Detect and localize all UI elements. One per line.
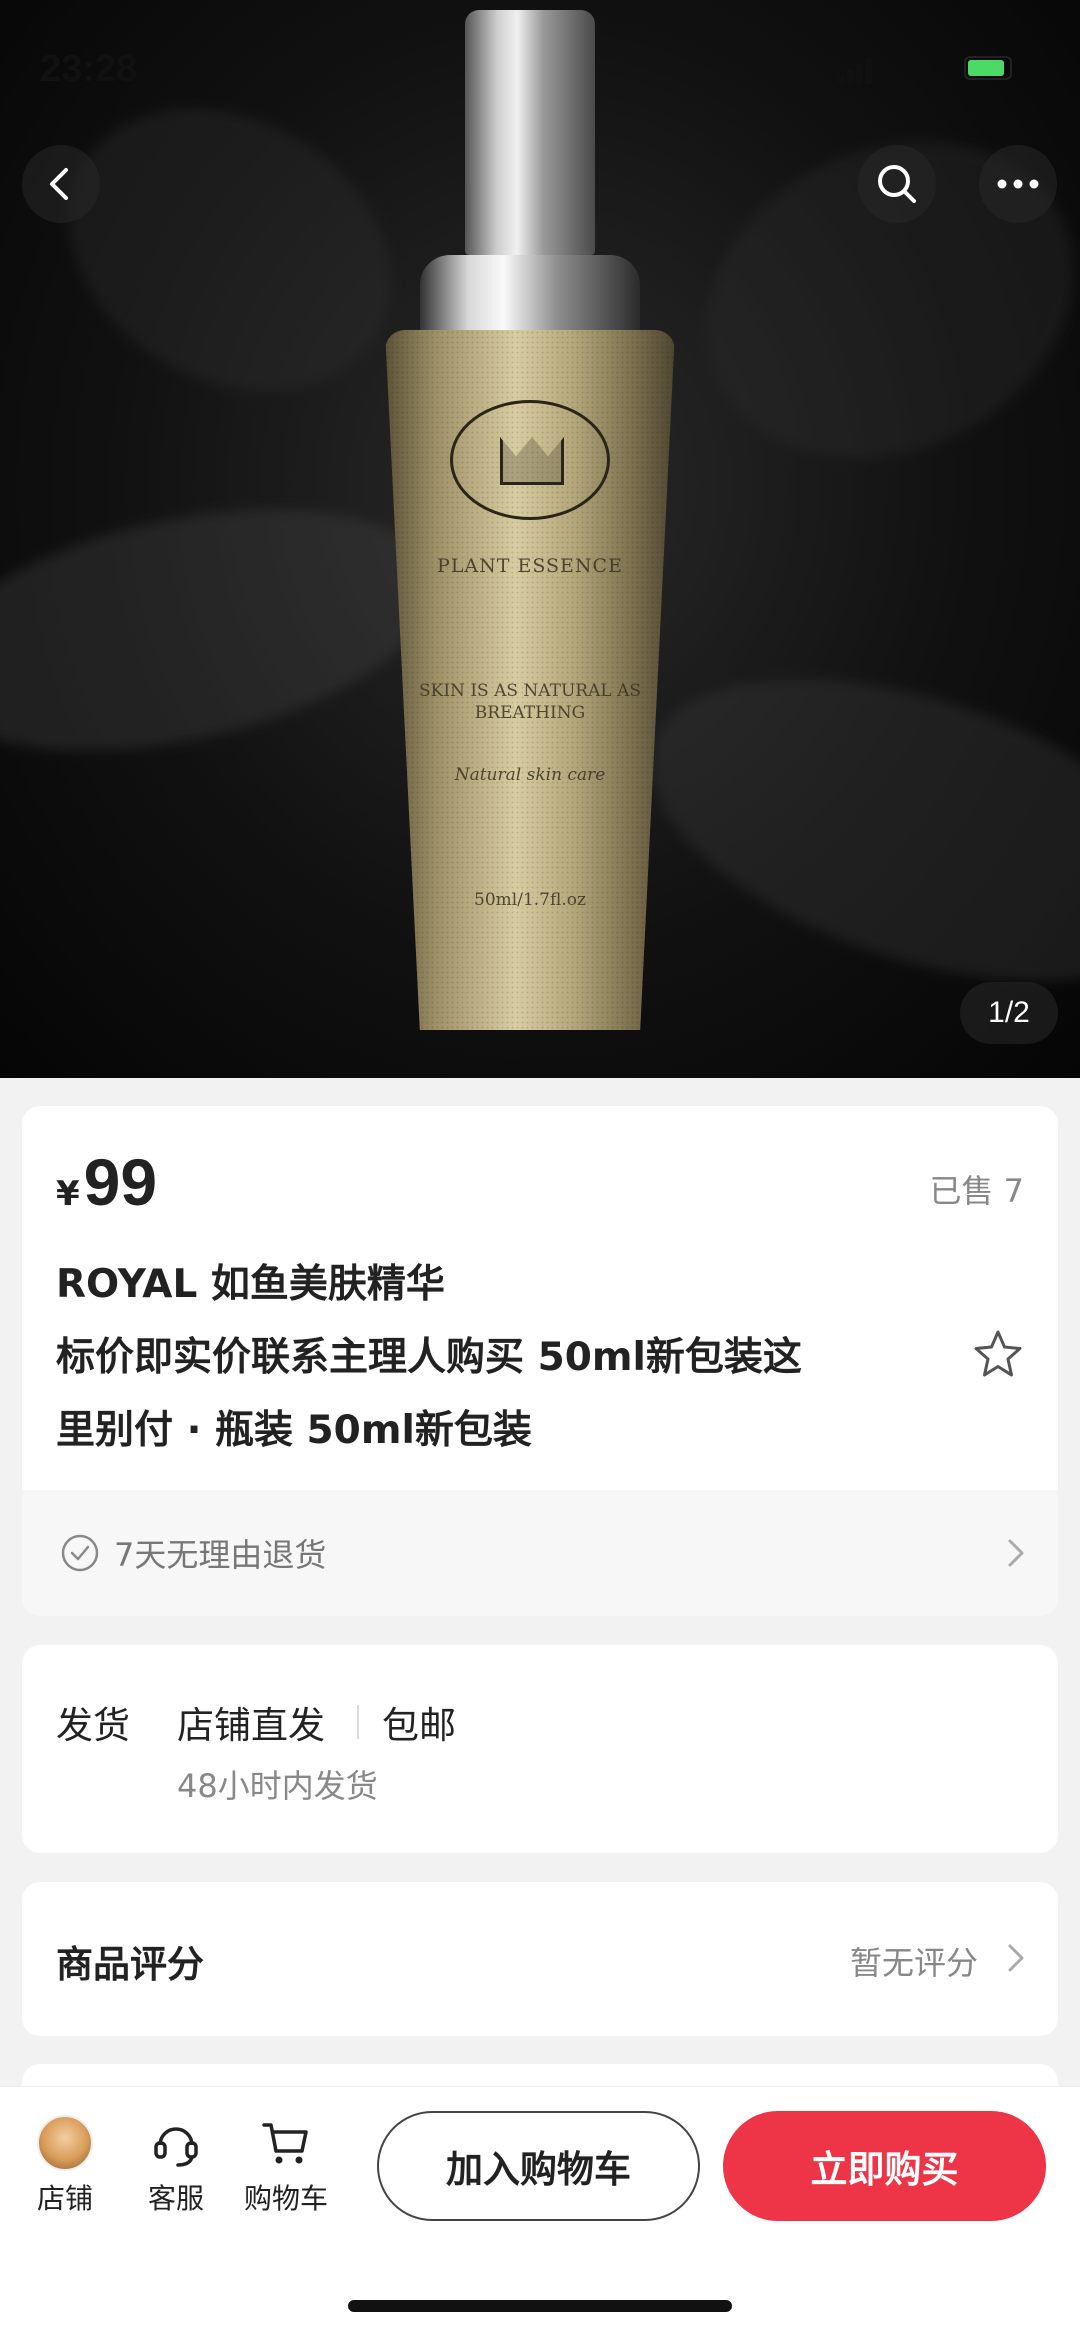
customer-service-button[interactable]: 客服 [126,2115,226,2217]
battery-icon [964,56,1012,80]
search-button[interactable] [858,145,936,223]
star-favorite-icon[interactable] [972,1328,1024,1380]
store-avatar [37,2115,93,2171]
bottle-slogan: SKIN IS AS NATURAL AS BREATHING [380,680,680,724]
headset-icon [154,2127,198,2167]
search-icon [878,165,916,203]
price-currency: ¥ [56,1174,80,1214]
bottle-slogan-line: SKIN IS AS NATURAL AS [418,681,641,701]
shipping-card: 发货 店铺直发 包邮 48小时内发货 [22,1645,1058,1853]
reviews-title: 商品评分 [56,1943,204,1986]
back-button[interactable] [22,145,100,223]
more-button[interactable] [979,145,1057,223]
cart-label: 购物车 [243,2182,328,2215]
chevron-left-icon [50,168,68,200]
cart-button[interactable]: 购物车 [236,2115,336,2217]
price-value: 99 [83,1145,158,1219]
add-to-cart-button[interactable]: 加入购物车 [377,2111,700,2221]
chevron-right-icon [1008,1944,1024,1972]
shipping-method: 店铺直发 [177,1704,325,1747]
product-title: ROYAL 如鱼美肤精华 标价即实价联系主理人购买 50ml新包装这 里别付 ·… [56,1248,936,1467]
chevron-right-icon [1008,1539,1024,1567]
divider [357,1705,359,1739]
price: ¥ 99 [56,1144,157,1220]
crown-emblem-icon [450,400,610,520]
status-time: 23:28 [40,48,138,90]
product-title-line: 里别付 · 瓶装 50ml新包装 [56,1408,532,1453]
signal-icon [838,56,872,84]
home-indicator[interactable] [348,2300,732,2312]
bottle-slogan-line: BREATHING [474,703,586,723]
bottle-brand-text: PLANT ESSENCE [437,555,623,577]
fabric-fold [613,619,1080,1041]
product-title-line: 标价即实价联系主理人购买 50ml新包装这 [56,1335,802,1380]
shipping-time: 48小时内发货 [177,1767,378,1805]
status-bar: 23:28 [0,0,1080,134]
store-button[interactable]: 店铺 [15,2115,115,2217]
buy-now-button[interactable]: 立即购买 [723,2111,1046,2221]
return-policy-text: 7天无理由退货 [114,1536,327,1574]
reviews-card[interactable]: 商品评分 暂无评分 [22,1882,1058,2036]
product-bottle: PLANT ESSENCE SKIN IS AS NATURAL AS BREA… [380,0,680,1040]
sold-count: 已售 7 [929,1172,1024,1210]
bottle-volume: 50ml/1.7fl.oz [474,890,586,910]
check-circle-icon [61,1534,99,1572]
bottle-collar [420,255,640,335]
bottle-subtitle: Natural skin care [454,765,606,785]
return-policy-row[interactable]: 7天无理由退货 [22,1490,1058,1616]
product-title-line: ROYAL 如鱼美肤精华 [56,1262,445,1307]
reviews-status: 暂无评分 [849,1944,978,1982]
store-label: 店铺 [36,2182,93,2215]
service-label: 客服 [147,2182,204,2215]
shopping-cart-icon [262,2123,308,2164]
image-counter: 1/2 [960,982,1058,1044]
product-info-card: ¥ 99 已售 7 ROYAL 如鱼美肤精华 标价即实价联系主理人购买 50ml… [22,1106,1058,1616]
shipping-label: 发货 [56,1704,130,1747]
more-horizontal-icon [997,179,1039,189]
shipping-fee: 包邮 [382,1704,456,1747]
